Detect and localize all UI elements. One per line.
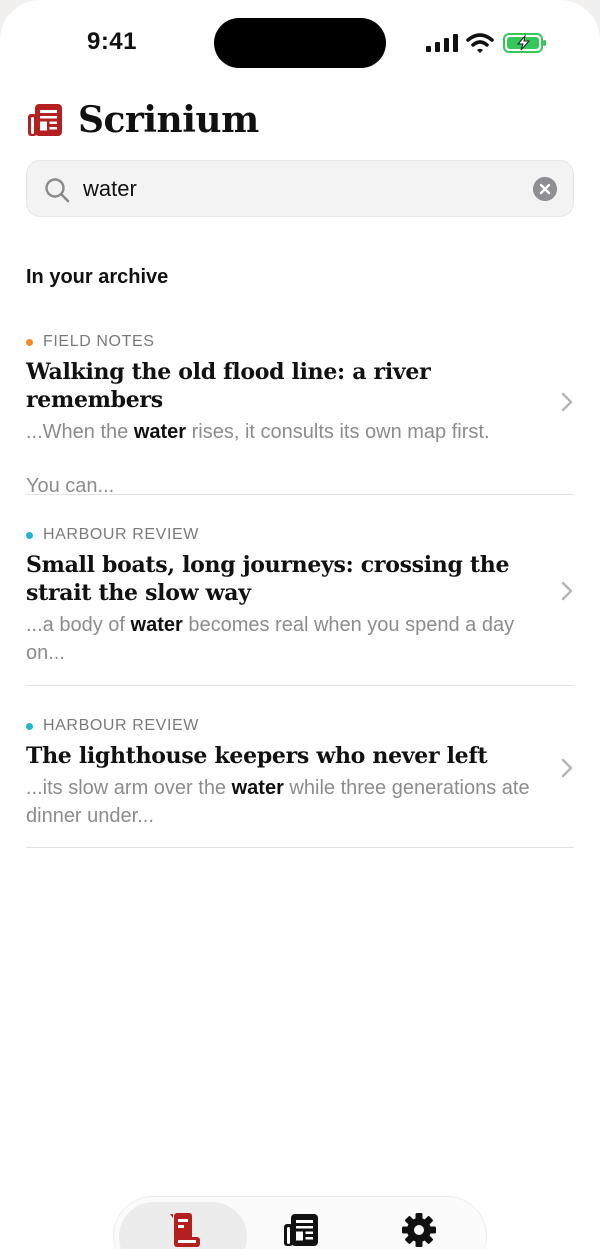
tab-bar xyxy=(113,1196,487,1249)
snippet-match: water xyxy=(133,421,187,443)
app-screen: 9:41 Scrinium water In your archive FIEL… xyxy=(0,0,600,1249)
scroll-icon[interactable] xyxy=(164,1211,202,1249)
dynamic-island xyxy=(214,18,386,68)
result-title: The lighthouse keepers who never left xyxy=(26,743,488,769)
search-results-list: FIELD NOTES Walking the old flood line: … xyxy=(26,320,574,848)
status-time: 9:41 xyxy=(86,28,138,55)
search-icon xyxy=(45,178,70,203)
result-title: Walking the old flood line: a river reme… xyxy=(26,359,431,413)
source-dot xyxy=(26,338,33,346)
source-dot xyxy=(26,531,33,539)
chevron-right-icon xyxy=(561,392,573,412)
snippet-text: ...its slow arm over the xyxy=(26,777,232,799)
newspaper-icon[interactable] xyxy=(282,1211,320,1249)
result-snippet: ...its slow arm over the water while thr… xyxy=(26,774,536,830)
section-title: In your archive xyxy=(26,266,169,288)
snippet-text: rises, it consults its own map first. xyxy=(186,421,490,443)
result-source: HARBOUR REVIEW xyxy=(26,525,536,545)
chevron-right-icon xyxy=(561,581,573,601)
source-label: HARBOUR REVIEW xyxy=(43,717,199,734)
result-source: FIELD NOTES xyxy=(26,332,536,352)
snippet-match: water xyxy=(130,614,183,636)
status-bar: 9:41 xyxy=(0,0,600,86)
app-header: Scrinium xyxy=(26,98,259,142)
result-title: Small boats, long journeys: crossing the… xyxy=(26,552,510,606)
source-dot xyxy=(26,722,33,730)
app-title: Scrinium xyxy=(78,99,259,141)
gear-icon[interactable] xyxy=(400,1211,438,1249)
search-input[interactable] xyxy=(83,171,523,207)
snippet-text: ...When the xyxy=(26,421,134,443)
clear-search-icon[interactable] xyxy=(533,177,557,201)
snippet-text: ...a body of xyxy=(26,614,131,636)
chevron-right-icon xyxy=(561,758,573,778)
source-label: HARBOUR REVIEW xyxy=(43,526,199,543)
result-snippet: ...When the water rises, it consults its… xyxy=(26,418,536,446)
newspaper-logo-icon xyxy=(28,104,62,136)
source-label: FIELD NOTES xyxy=(43,333,155,350)
snippet-match: water xyxy=(231,777,284,799)
cellular-signal-icon xyxy=(426,34,458,52)
result-item[interactable]: HARBOUR REVIEW The lighthouse keepers wh… xyxy=(26,686,574,848)
wifi-icon xyxy=(466,33,494,53)
result-source: HARBOUR REVIEW xyxy=(26,716,536,736)
battery-charging-icon xyxy=(503,33,546,53)
result-item[interactable]: FIELD NOTES Walking the old flood line: … xyxy=(26,320,574,497)
search-bar[interactable] xyxy=(26,160,574,217)
result-snippet: ...a body of water becomes real when you… xyxy=(26,611,536,667)
result-item[interactable]: HARBOUR REVIEW Small boats, long journey… xyxy=(26,495,574,686)
